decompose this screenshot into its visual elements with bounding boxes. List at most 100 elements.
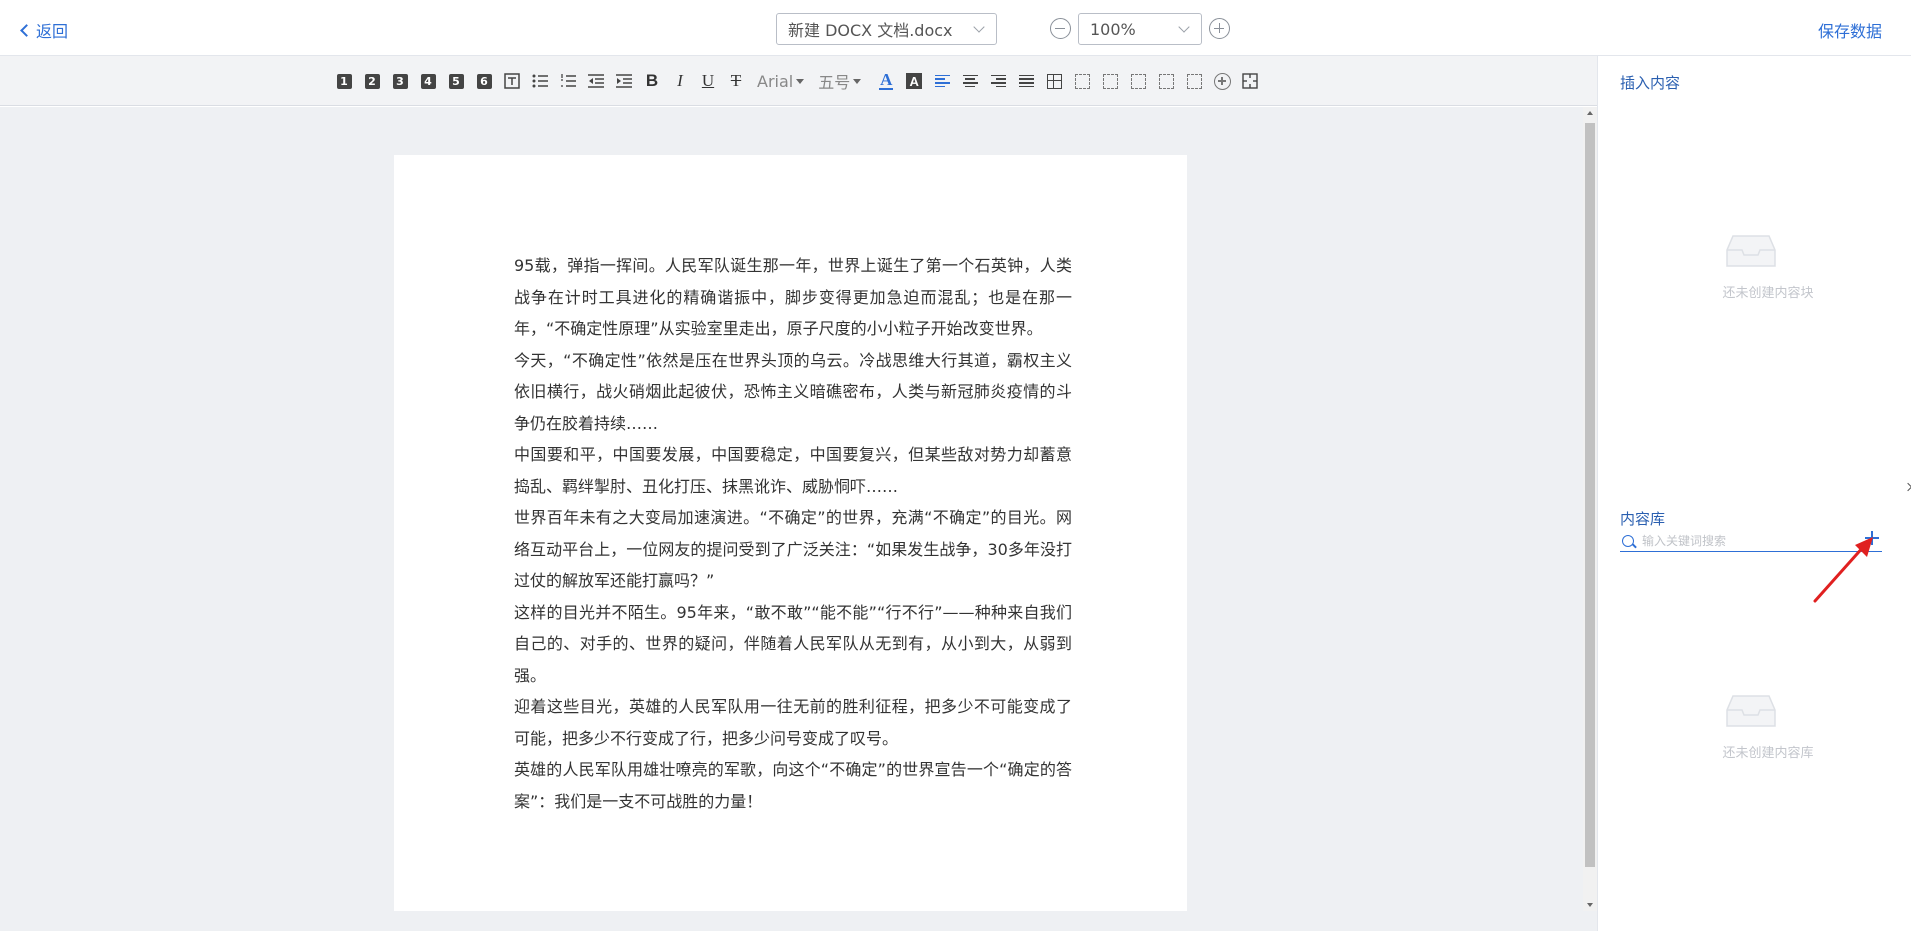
paragraph: 世界百年未有之大变局加速演进。“不确定”的世界，充满“不确定”的目光。网络互动平… <box>514 508 1072 590</box>
heading-6-button[interactable]: 6 <box>473 70 495 92</box>
document-body[interactable]: 95载，弹指一挥间。人民军队诞生那一年，世界上诞生了第一个石英钟，人类战争在计时… <box>514 250 1072 817</box>
font-family-select[interactable]: Arial <box>757 70 805 92</box>
numbered-list-icon <box>561 74 576 87</box>
table-row-above-icon <box>1074 73 1090 89</box>
outdent-icon <box>588 74 604 88</box>
zoom-select[interactable]: 100% <box>1078 13 1202 45</box>
zoom-out-button[interactable] <box>1050 18 1071 39</box>
table-col-left-button[interactable] <box>1127 70 1149 92</box>
insert-table-button[interactable] <box>1043 70 1065 92</box>
heading-2-button[interactable]: 2 <box>361 70 383 92</box>
font-size-select[interactable]: 五号 <box>818 70 862 92</box>
right-panel: 插入内容 还未创建内容块 内容库 还未创建内容库 <box>1597 56 1911 931</box>
table-row-above-button[interactable] <box>1071 70 1093 92</box>
empty-inbox-icon <box>1725 232 1777 268</box>
heading-3-icon: 3 <box>392 73 408 89</box>
heading-4-icon: 4 <box>420 73 436 89</box>
heading-3-button[interactable]: 3 <box>389 70 411 92</box>
editor-scrollbar[interactable] <box>1583 107 1597 911</box>
content-library-title: 内容库 <box>1620 510 1666 528</box>
scroll-up-icon <box>1587 111 1593 115</box>
bullet-list-button[interactable] <box>529 70 551 92</box>
bold-icon: B <box>645 71 659 90</box>
scroll-down-icon <box>1587 903 1593 907</box>
table-col-left-icon <box>1130 73 1146 89</box>
bold-button[interactable]: B <box>641 70 663 92</box>
underline-button[interactable]: U <box>697 70 719 92</box>
paragraph: 中国要和平，中国要发展，中国要稳定，中国要复兴，但某些敌对势力却蓄意捣乱、羁绊掣… <box>514 445 1072 496</box>
align-center-icon <box>962 74 978 88</box>
justify-button[interactable] <box>1015 70 1037 92</box>
heading-6-icon: 6 <box>476 73 492 89</box>
zoom-in-button[interactable] <box>1209 18 1230 39</box>
table-row-below-icon <box>1102 73 1118 89</box>
justify-icon <box>1018 74 1034 88</box>
insert-button[interactable] <box>1211 70 1233 92</box>
paragraph: 今天，“不确定性”依然是压在世界头顶的乌云。冷战思维大行其道，霸权主义依旧横行，… <box>514 350 1072 433</box>
heading-5-button[interactable]: 5 <box>445 70 467 92</box>
heading-1-icon: 1 <box>336 73 352 89</box>
align-left-icon <box>934 74 950 88</box>
paragraph: 这样的目光并不陌生。95年来，“敢不敢”“能不能”“行不行”——种种来自我们自己… <box>514 602 1072 685</box>
strikethrough-icon: T <box>730 71 742 90</box>
align-center-button[interactable] <box>959 70 981 92</box>
indent-button[interactable] <box>613 70 635 92</box>
indent-icon <box>616 74 632 88</box>
font-size-value: 五号 <box>818 73 851 92</box>
empty-inbox-icon <box>1725 692 1777 728</box>
format-toolbar: 1 2 3 4 5 6 B I U T Arial 五号 A A <box>0 56 1597 106</box>
background-color-button[interactable]: A <box>903 70 925 92</box>
font-family-value: Arial <box>757 71 794 91</box>
paragraph: 迎着这些目光，英雄的人民军队用一往无前的胜利征程，把多少不可能变成了可能，把多少… <box>514 697 1072 748</box>
search-icon <box>1622 534 1634 547</box>
table-col-right-button[interactable] <box>1155 70 1177 92</box>
file-name: 新建 DOCX 文档.docx <box>788 21 953 40</box>
insert-empty-text: 还未创建内容块 <box>1722 286 1814 301</box>
insert-content-title: 插入内容 <box>1620 74 1681 92</box>
numbered-list-button[interactable] <box>557 70 579 92</box>
chevron-down-icon <box>973 21 985 33</box>
table-col-right-icon <box>1158 73 1174 89</box>
heading-4-button[interactable]: 4 <box>417 70 439 92</box>
align-left-button[interactable] <box>931 70 953 92</box>
document-page[interactable]: 95载，弹指一挥间。人民军队诞生那一年，世界上诞生了第一个石英钟，人类战争在计时… <box>394 155 1187 911</box>
heading-2-icon: 2 <box>364 73 380 89</box>
text-color-button[interactable]: A <box>875 70 897 92</box>
save-data-button[interactable]: 保存数据 <box>1818 18 1882 42</box>
back-button[interactable]: 返回 <box>20 18 69 42</box>
chevron-left-icon <box>20 24 33 37</box>
editor-area: 95载，弹指一挥间。人民军队诞生那一年，世界上诞生了第一个石英钟，人类战争在计时… <box>0 107 1597 931</box>
paragraph: 英雄的人民军队用雄壮嘹亮的军歌，向这个“不确定”的世界宣告一个“确定的答案”：我… <box>514 760 1072 811</box>
annotation-arrow-icon <box>1813 537 1873 603</box>
underline-icon: U <box>701 71 715 90</box>
caret-down-icon <box>853 78 862 84</box>
table-delete-button[interactable] <box>1183 70 1205 92</box>
italic-icon: I <box>677 71 683 90</box>
background-color-icon: A <box>906 73 923 89</box>
merge-cells-button[interactable] <box>1239 70 1261 92</box>
paragraph-button[interactable] <box>501 70 523 92</box>
table-delete-icon <box>1186 73 1202 89</box>
scrollbar-thumb[interactable] <box>1585 123 1595 867</box>
align-right-button[interactable] <box>987 70 1009 92</box>
heading-1-button[interactable]: 1 <box>333 70 355 92</box>
heading-5-icon: 5 <box>448 73 464 89</box>
paragraph-icon <box>504 73 520 89</box>
zoom-value: 100% <box>1090 19 1136 39</box>
bullet-list-icon <box>532 74 548 88</box>
table-icon <box>1046 73 1062 89</box>
outdent-button[interactable] <box>585 70 607 92</box>
italic-button[interactable]: I <box>669 70 691 92</box>
paragraph: 95载，弹指一挥间。人民军队诞生那一年，世界上诞生了第一个石英钟，人类战争在计时… <box>514 256 1072 338</box>
plus-circle-icon <box>1213 72 1231 90</box>
file-select[interactable]: 新建 DOCX 文档.docx <box>776 13 997 45</box>
merge-cells-icon <box>1242 73 1258 89</box>
caret-down-icon <box>796 78 805 84</box>
table-row-below-button[interactable] <box>1099 70 1121 92</box>
align-right-icon <box>990 74 1006 88</box>
back-label: 返回 <box>36 22 69 41</box>
text-color-icon: A <box>879 70 894 90</box>
top-bar: 返回 新建 DOCX 文档.docx 100% 保存数据 <box>0 0 1911 56</box>
library-empty-text: 还未创建内容库 <box>1722 746 1814 761</box>
strikethrough-button[interactable]: T <box>725 70 747 92</box>
